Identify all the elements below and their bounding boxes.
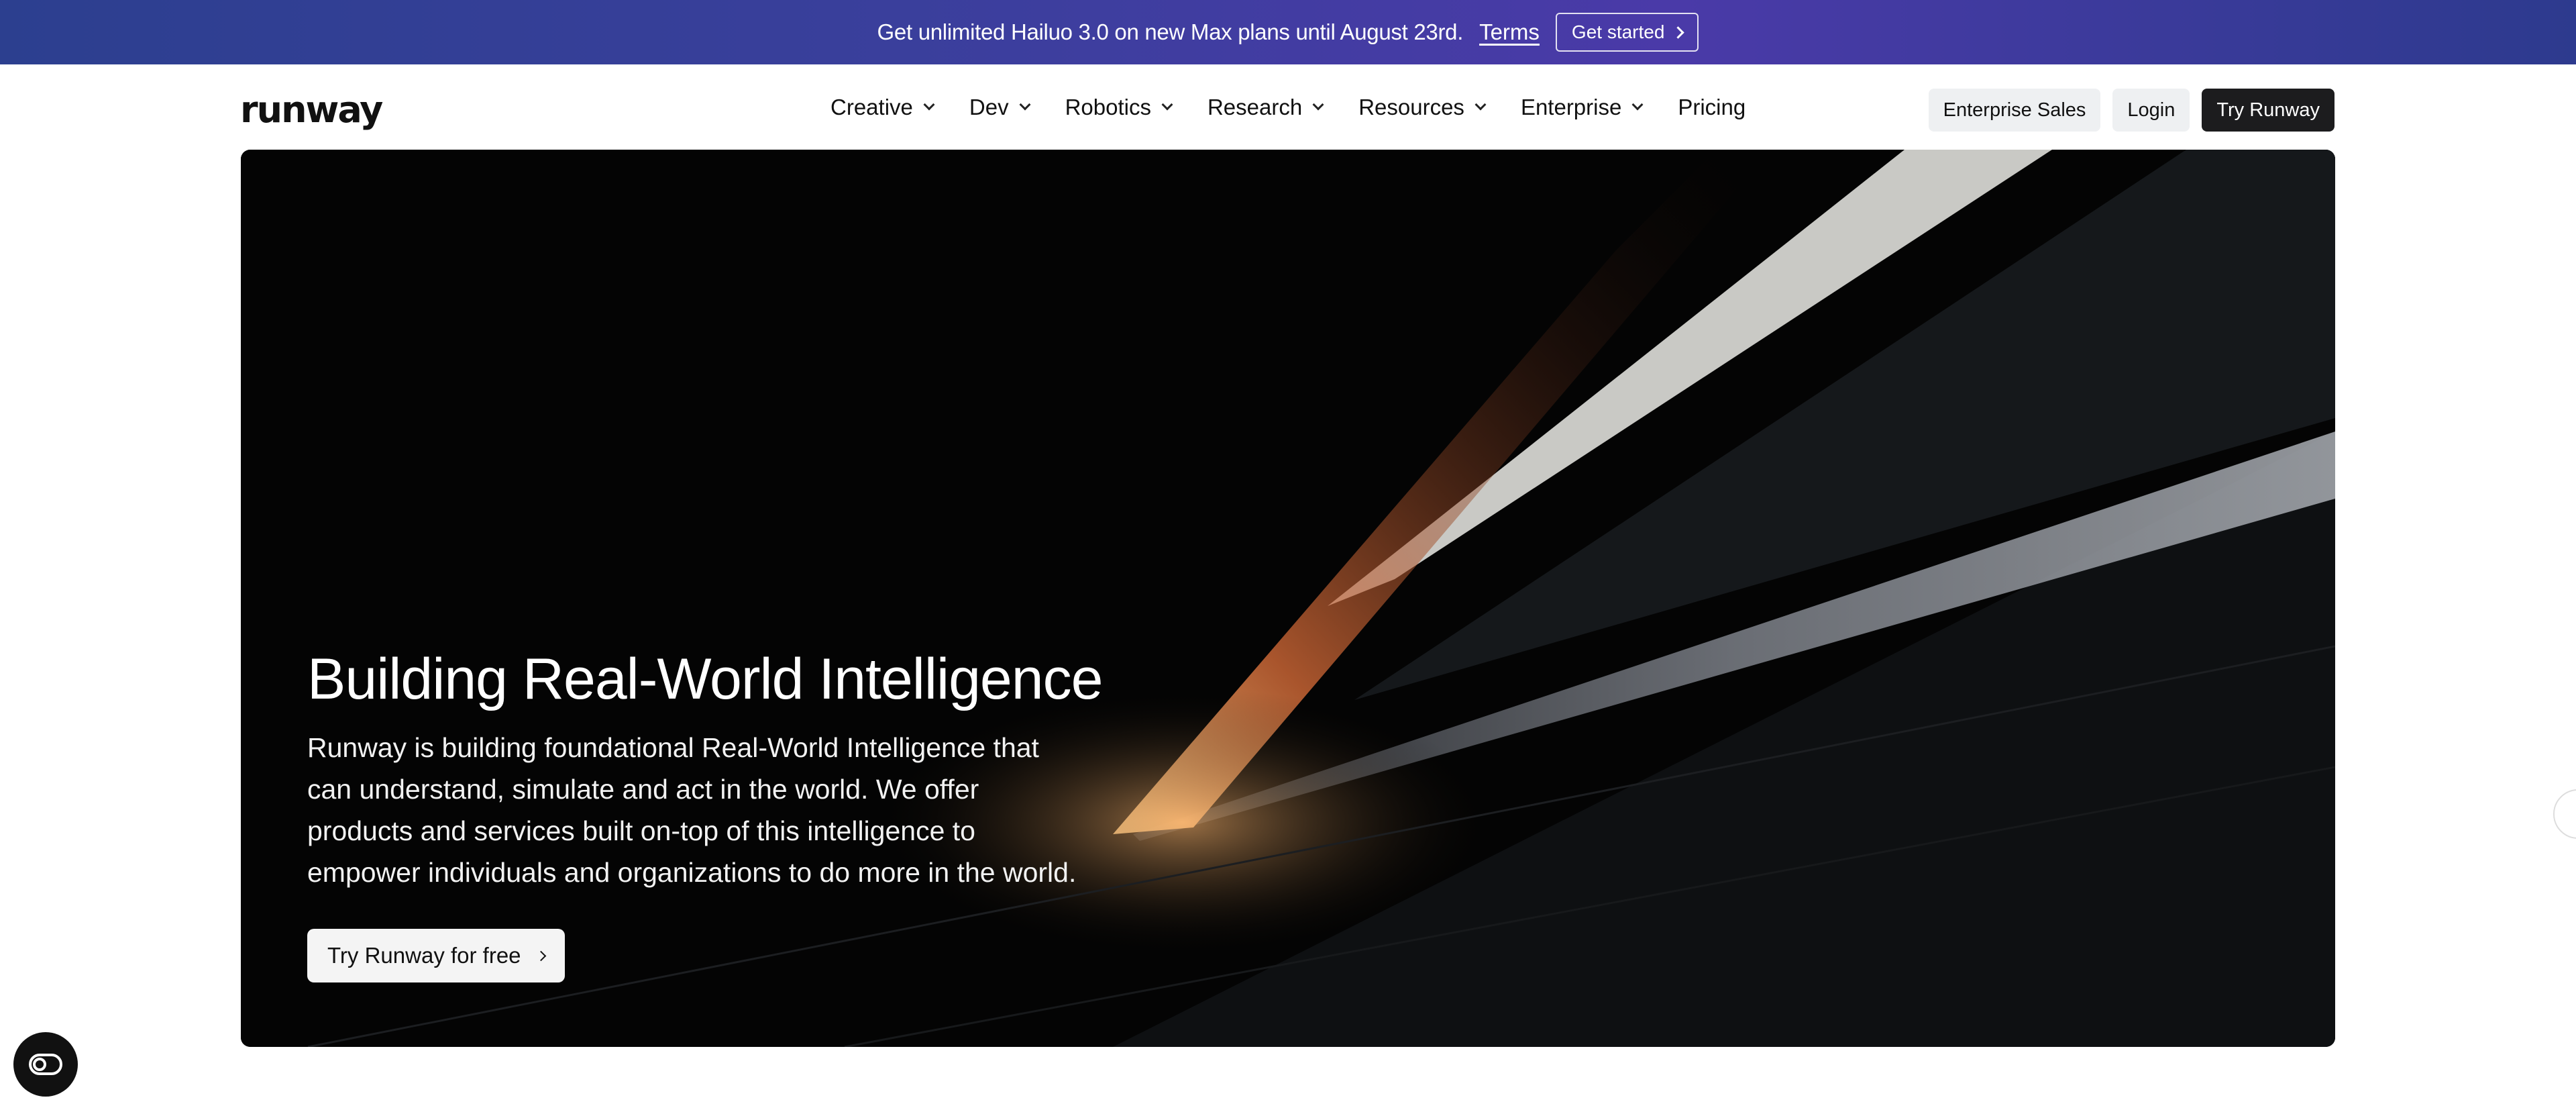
enterprise-sales-button[interactable]: Enterprise Sales	[1928, 89, 2101, 132]
nav-item-label: Creative	[830, 95, 913, 119]
nav-actions: Enterprise Sales Login Try Runway	[1928, 89, 2334, 132]
feedback-icon[interactable]	[2553, 789, 2576, 839]
chevron-down-icon	[1474, 99, 1487, 111]
nav-item-dev[interactable]: Dev	[969, 95, 1031, 120]
terms-link[interactable]: Terms	[1479, 19, 1540, 45]
try-runway-button[interactable]: Try Runway	[2202, 89, 2334, 132]
runway-logo[interactable]: runway	[240, 89, 383, 131]
nav-item-label: Resources	[1358, 95, 1464, 119]
nav-item-enterprise[interactable]: Enterprise	[1520, 95, 1644, 120]
nav-item-label: Pricing	[1678, 95, 1746, 119]
main-nav: runway Creative Dev Robotics Research Re…	[0, 64, 2576, 150]
nav-item-label: Research	[1207, 95, 1303, 119]
cookie-settings-button[interactable]	[13, 1032, 78, 1097]
chevron-right-icon	[1672, 26, 1685, 39]
banner-message: Get unlimited Hailuo 3.0 on new Max plan…	[877, 19, 1464, 44]
chevron-down-icon	[1312, 99, 1324, 111]
chevron-down-icon	[1631, 99, 1644, 111]
login-button[interactable]: Login	[2112, 89, 2190, 132]
try-free-label: Try Runway for free	[327, 943, 521, 968]
try-free-button[interactable]: Try Runway for free	[307, 929, 565, 982]
hero-background-image	[241, 150, 2335, 1047]
nav-item-label: Robotics	[1065, 95, 1151, 119]
chevron-down-icon	[1019, 99, 1031, 111]
nav-item-creative[interactable]: Creative	[830, 95, 935, 120]
announcement-banner: Get unlimited Hailuo 3.0 on new Max plan…	[0, 0, 2576, 64]
hero-section: Building Real-World Intelligence Runway …	[241, 150, 2335, 1047]
nav-item-research[interactable]: Research	[1207, 95, 1324, 120]
nav-item-label: Enterprise	[1520, 95, 1622, 119]
nav-item-label: Dev	[969, 95, 1009, 119]
hero-title: Building Real-World Intelligence	[307, 647, 1103, 711]
get-started-button[interactable]: Get started	[1555, 13, 1699, 52]
nav-menu: Creative Dev Robotics Research Resources…	[830, 64, 1782, 150]
nav-item-resources[interactable]: Resources	[1358, 95, 1487, 120]
chevron-down-icon	[923, 99, 935, 111]
hero-description: Runway is building foundational Real-Wor…	[307, 732, 1077, 888]
get-started-label: Get started	[1571, 21, 1665, 42]
chevron-right-icon	[535, 950, 546, 961]
chevron-down-icon	[1161, 99, 1173, 111]
nav-item-pricing[interactable]: Pricing	[1678, 95, 1746, 120]
nav-item-robotics[interactable]: Robotics	[1065, 95, 1173, 120]
cookie-settings-icon	[29, 1054, 62, 1075]
